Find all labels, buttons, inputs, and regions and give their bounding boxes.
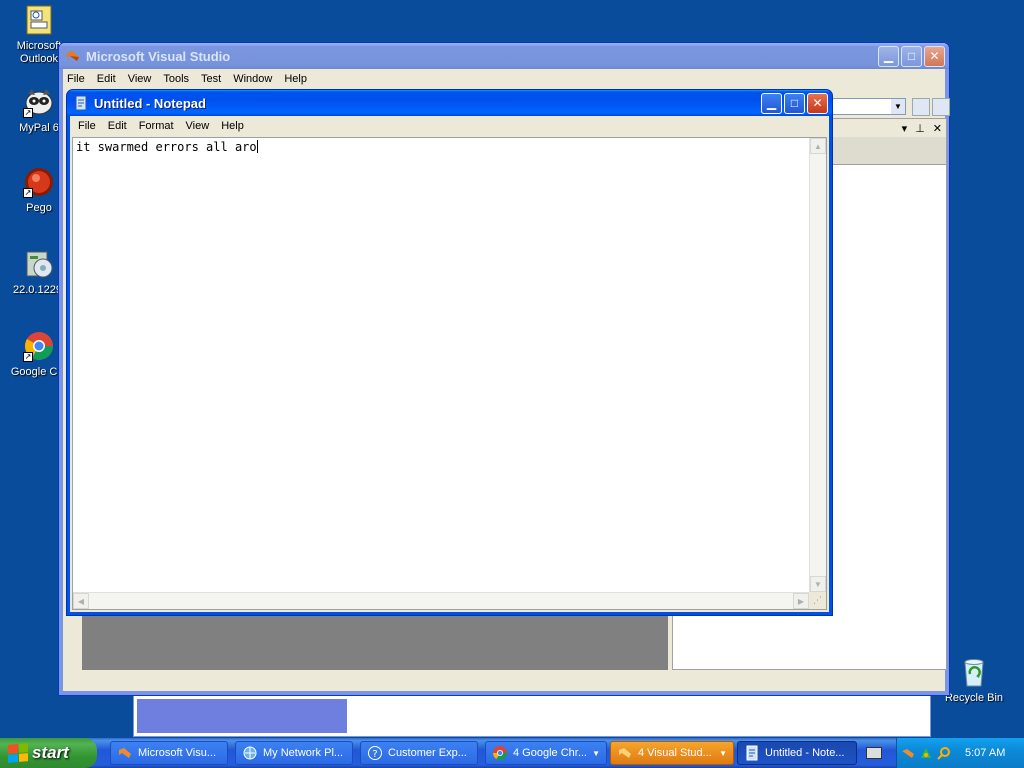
chevron-down-icon: ▼ [814,579,822,589]
taskbar-button-label: 4 Visual Stud... [638,747,712,759]
maximize-icon: □ [907,49,916,63]
scroll-up-button[interactable]: ▲ [810,138,826,154]
minimize-button[interactable]: ▁ [761,92,782,114]
minimize-icon: ▁ [883,49,894,63]
close-button[interactable]: ✕ [924,45,945,67]
window-title: Microsoft Visual Studio [86,48,231,64]
text-editor[interactable]: it swarmed errors all aro ▲ ▼ ◀ ▶ ⋰ [72,137,827,610]
minimize-button[interactable]: ▁ [878,45,899,67]
recycle-bin-icon [958,656,990,688]
notepad-window[interactable]: Untitled - Notepad ▁ □ ✕ File Edit Forma… [66,89,833,616]
clock[interactable]: 5:07 AM [965,747,1005,759]
help-icon: ? [368,746,382,760]
document-text: it swarmed errors all aro [76,140,258,154]
notepad-titlebar[interactable]: Untitled - Notepad ▁ □ ✕ [67,90,832,116]
chevron-right-icon: ▶ [797,596,805,606]
chevron-down-icon: ▼ [592,748,600,758]
pin-icon[interactable]: ⊥ [915,122,925,135]
pego-icon: ↗ [23,166,55,198]
menu-help[interactable]: Help [215,120,250,132]
maximize-icon: □ [790,96,799,110]
menu-format[interactable]: Format [133,120,180,132]
toolbar-button[interactable] [912,98,930,116]
taskbar-button-label: My Network Pl... [263,747,344,759]
network-places-icon [243,746,257,760]
taskbar-button-label: Customer Exp... [388,747,467,759]
taskbar-button-label: Untitled - Note... [765,747,845,759]
notepad-body: File Edit Format View Help it swarmed er… [70,116,829,612]
taskbar-button-notepad[interactable]: Untitled - Note... [737,741,857,765]
start-button[interactable]: start [0,738,97,768]
outlook-icon [23,4,55,36]
chevron-down-icon: ▼ [719,748,727,758]
keyboard-icon[interactable] [866,747,882,759]
visual-studio-icon [67,51,79,61]
background-window-strip [133,695,931,737]
chrome-icon: ↗ [23,330,55,362]
visual-studio-icon [119,748,131,758]
chrome-icon [493,746,507,760]
taskbar-button-visual-studio[interactable]: Microsoft Visu... [110,741,228,765]
vertical-scrollbar[interactable]: ▲ ▼ [809,138,826,592]
toolbar-combo[interactable]: ▼ [832,98,906,115]
tray-app-icon[interactable] [919,746,933,760]
svg-text:?: ? [372,749,377,760]
start-label: start [32,743,69,762]
notepad-icon [746,745,758,761]
taskbar-button-chrome-group[interactable]: 4 Google Chr... ▼ [485,741,607,765]
document-content: it swarmed errors all aro [76,140,257,154]
menu-view[interactable]: View [180,120,216,132]
panel-close-icon[interactable]: ✕ [933,122,942,135]
system-tray: 5:07 AM [896,738,1024,768]
taskbar-button-label: Microsoft Visu... [138,747,217,759]
text-caret [256,140,258,153]
menu-file[interactable]: File [72,120,102,132]
taskbar-button-label: 4 Google Chr... [513,747,587,759]
close-icon: ✕ [812,96,823,110]
horizontal-scrollbar[interactable]: ◀ ▶ [73,592,809,609]
search-icon[interactable] [937,746,951,760]
taskbar: start Microsoft Visu... My Network Pl...… [0,738,1024,768]
maximize-button[interactable]: □ [784,92,805,114]
window-title: Untitled - Notepad [94,95,206,111]
scroll-left-button[interactable]: ◀ [73,593,89,609]
editor-area [82,612,668,670]
minimize-icon: ▁ [766,96,777,110]
notepad-icon [75,95,87,111]
windows-logo-icon [8,743,28,763]
menu-edit[interactable]: Edit [102,120,133,132]
panel-dropdown-icon[interactable]: ▾ [902,122,908,135]
taskbar-button-customer-exp[interactable]: ? Customer Exp... [360,741,478,765]
mypal-icon: ↗ [23,86,55,118]
notepad-menubar: File Edit Format View Help [70,116,829,136]
chevron-up-icon: ▲ [814,141,822,151]
taskbar-button-visual-studio-group[interactable]: 4 Visual Stud... ▼ [610,741,734,765]
toolbar-button[interactable] [932,98,950,116]
chevron-left-icon: ◀ [77,596,85,606]
close-icon: ✕ [929,49,940,63]
visual-studio-icon [619,748,631,758]
installer-icon [23,248,55,280]
selection-highlight [137,699,347,733]
taskbar-button-network-places[interactable]: My Network Pl... [235,741,353,765]
tray-app-icon[interactable] [901,746,915,760]
scroll-right-button[interactable]: ▶ [793,593,809,609]
scroll-down-button[interactable]: ▼ [810,576,826,592]
resize-grip-icon[interactable]: ⋰ [809,592,826,609]
maximize-button[interactable]: □ [901,45,922,67]
visual-studio-titlebar[interactable]: Microsoft Visual Studio ▁ □ ✕ [59,43,949,69]
close-button[interactable]: ✕ [807,92,828,114]
chevron-down-icon: ▼ [891,99,905,114]
